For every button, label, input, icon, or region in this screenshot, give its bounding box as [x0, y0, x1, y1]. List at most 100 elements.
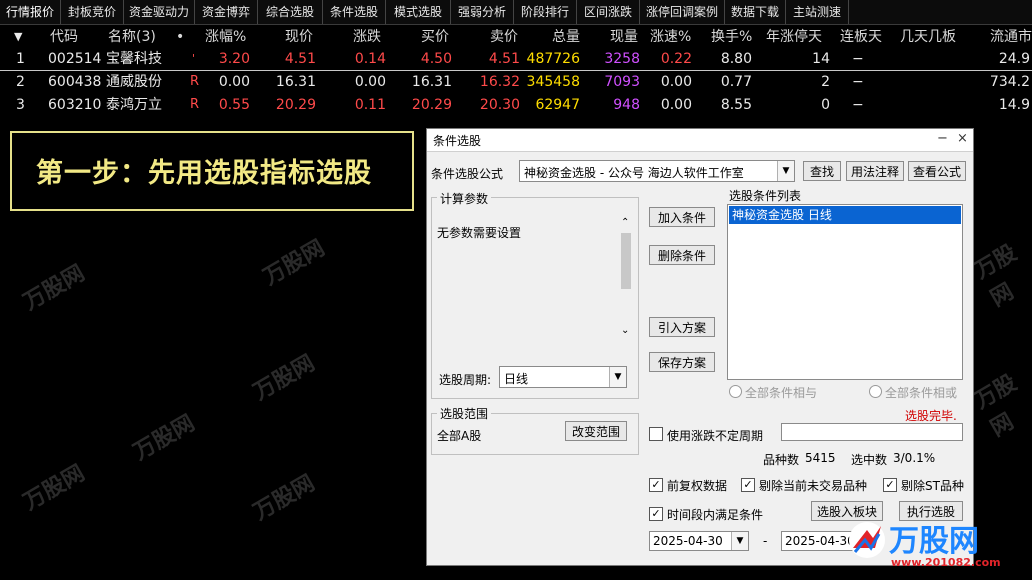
count-label: 品种数: [763, 453, 800, 467]
chevron-down-icon[interactable]: ⌄: [621, 325, 629, 336]
scroll-thumb[interactable]: [621, 233, 631, 289]
table-row[interactable]: 1 002514 宝馨科技 ' 3.20 4.51 0.14 4.50 4.51…: [0, 48, 1032, 71]
tab-pattern-pick[interactable]: 模式选股: [386, 0, 451, 24]
radio-and-label: 全部条件相与: [745, 386, 818, 400]
no-st-label: 剔除ST品种: [901, 479, 964, 493]
no-trade-checkbox[interactable]: ✓: [741, 478, 755, 492]
stock-table: ▼ 代码 名称(3) • 涨幅% 现价 涨跌 买价 卖价 总量 现量 涨速% 换…: [0, 26, 1032, 116]
delete-condition-button[interactable]: 删除条件: [649, 245, 715, 265]
tab-composite-pick[interactable]: 综合选股: [258, 0, 323, 24]
date-from-picker[interactable]: 2025-04-30 ▼: [649, 531, 749, 551]
col-limit-days[interactable]: 年涨停天: [766, 26, 822, 48]
col-turnover[interactable]: 换手%: [711, 26, 752, 48]
col-code[interactable]: 代码: [50, 26, 78, 48]
brand-name: 万股网: [889, 524, 979, 559]
add-condition-button[interactable]: 加入条件: [649, 207, 715, 227]
formula-select[interactable]: 神秘资金选股 - 公众号 海边人软件工作室 ▼: [519, 160, 795, 182]
chevron-down-icon[interactable]: ▼: [731, 532, 748, 550]
usage-notes-button[interactable]: 用法注释: [846, 161, 904, 181]
col-volume[interactable]: 总量: [552, 26, 580, 48]
col-bid[interactable]: 买价: [421, 26, 449, 48]
watermark-logo: 万股网: [249, 470, 320, 526]
watermark-logo: 万股网: [970, 370, 1022, 442]
watermark-logo: 万股网: [129, 410, 200, 466]
params-title: 计算参数: [437, 190, 492, 207]
adjust-checkbox[interactable]: ✓: [649, 478, 663, 492]
period-cond-label: 时间段内满足条件: [667, 508, 764, 522]
top-menu-bar: 行情报价 封板竞价 资金驱动力 资金博弈 综合选股 条件选股 模式选股 强弱分析…: [0, 0, 1032, 25]
period-label: 选股周期:: [439, 373, 492, 387]
selected-value: 3/0.1%: [893, 451, 936, 465]
formula-label: 条件选股公式: [431, 167, 504, 181]
range-value: 全部A股: [437, 429, 482, 443]
chevron-down-icon[interactable]: ▼: [777, 161, 794, 181]
tab-stage-rank[interactable]: 阶段排行: [514, 0, 577, 24]
selected-label: 选中数: [851, 453, 888, 467]
condition-list[interactable]: 神秘资金选股 日线: [727, 204, 963, 380]
col-ask[interactable]: 卖价: [490, 26, 518, 48]
watermark-logo: 万股网: [970, 240, 1022, 312]
list-item[interactable]: 神秘资金选股 日线: [729, 206, 961, 224]
tab-quotes[interactable]: 行情报价: [0, 0, 61, 24]
watermark-logo: 万股网: [19, 460, 90, 516]
sort-arrow-icon[interactable]: ▼: [14, 26, 22, 48]
step-caption: 第一步：先用选股指标选股: [36, 158, 372, 189]
tab-range-change[interactable]: 区间涨跌: [577, 0, 640, 24]
period-select[interactable]: 日线 ▼: [499, 366, 627, 388]
col-days-boards[interactable]: 几天几板: [900, 26, 956, 48]
tab-data-download[interactable]: 数据下载: [725, 0, 786, 24]
tab-limit-cases[interactable]: 涨停回调案例: [640, 0, 725, 24]
col-speed[interactable]: 涨速%: [650, 26, 691, 48]
step-caption-box: 第一步：先用选股指标选股: [10, 131, 414, 211]
radio-or[interactable]: [869, 385, 882, 398]
col-name[interactable]: 名称(3): [108, 26, 156, 48]
col-consecutive[interactable]: 连板天: [840, 26, 882, 48]
chevron-up-icon[interactable]: ⌃: [621, 217, 629, 228]
radio-and[interactable]: [729, 385, 742, 398]
date-separator: -: [763, 534, 768, 548]
tab-condition-pick[interactable]: 条件选股: [323, 0, 386, 24]
tab-limit-bid[interactable]: 封板竞价: [61, 0, 124, 24]
period-checkbox[interactable]: ✓: [649, 507, 663, 521]
col-price[interactable]: 现价: [285, 26, 313, 48]
condition-pick-dialog: 条件选股 − × 条件选股公式 神秘资金选股 - 公众号 海边人软件工作室 ▼ …: [426, 128, 974, 566]
table-row[interactable]: 3 603210 泰鸿万立 R 0.55 20.29 0.11 20.29 20…: [0, 94, 1032, 116]
col-market-cap[interactable]: 流通市: [990, 26, 1032, 48]
find-button[interactable]: 查找: [803, 161, 841, 181]
table-row[interactable]: 2 600438 通威股份 R 0.00 16.31 0.00 16.31 16…: [0, 71, 1032, 93]
watermark-logo: 万股网: [249, 350, 320, 406]
params-scrollbar[interactable]: ⌃ ⌄: [619, 215, 633, 345]
unfixed-period-label: 使用涨跌不定周期: [667, 429, 764, 443]
table-header: ▼ 代码 名称(3) • 涨幅% 现价 涨跌 买价 卖价 总量 现量 涨速% 换…: [0, 26, 1032, 48]
minimize-icon[interactable]: −: [937, 131, 948, 146]
tab-fund-drive[interactable]: 资金驱动力: [124, 0, 195, 24]
view-formula-button[interactable]: 查看公式: [908, 161, 966, 181]
col-flag[interactable]: •: [176, 26, 184, 48]
dialog-titlebar[interactable]: 条件选股 − ×: [427, 129, 973, 152]
unfixed-period-input[interactable]: [781, 423, 963, 441]
import-plan-button[interactable]: 引入方案: [649, 317, 715, 337]
save-plan-button[interactable]: 保存方案: [649, 352, 715, 372]
change-range-button[interactable]: 改变范围: [565, 421, 627, 441]
col-cur-volume[interactable]: 现量: [610, 26, 638, 48]
radio-or-label: 全部条件相或: [885, 386, 958, 400]
brand-url: www.201082.com: [891, 556, 1001, 569]
col-pct[interactable]: 涨幅%: [205, 26, 246, 48]
no-trade-label: 剔除当前未交易品种: [759, 479, 868, 493]
params-text: 无参数需要设置: [437, 226, 522, 240]
watermark-logo: 万股网: [259, 235, 330, 291]
tab-strength[interactable]: 强弱分析: [451, 0, 514, 24]
brand-logo: 万股网 www.201082.com: [845, 512, 1005, 570]
tab-speed-test[interactable]: 主站测速: [786, 0, 849, 24]
dialog-title: 条件选股: [433, 134, 482, 148]
chevron-down-icon[interactable]: ▼: [609, 367, 626, 387]
col-change[interactable]: 涨跌: [353, 26, 381, 48]
brand-emblem-icon: [849, 522, 885, 558]
range-title: 选股范围: [437, 405, 492, 422]
tab-fund-game[interactable]: 资金博弈: [195, 0, 258, 24]
no-st-checkbox[interactable]: ✓: [883, 478, 897, 492]
close-icon[interactable]: ×: [957, 131, 968, 146]
count-value: 5415: [805, 451, 836, 465]
watermark-logo: 万股网: [19, 260, 90, 316]
unfixed-period-checkbox[interactable]: [649, 427, 663, 441]
